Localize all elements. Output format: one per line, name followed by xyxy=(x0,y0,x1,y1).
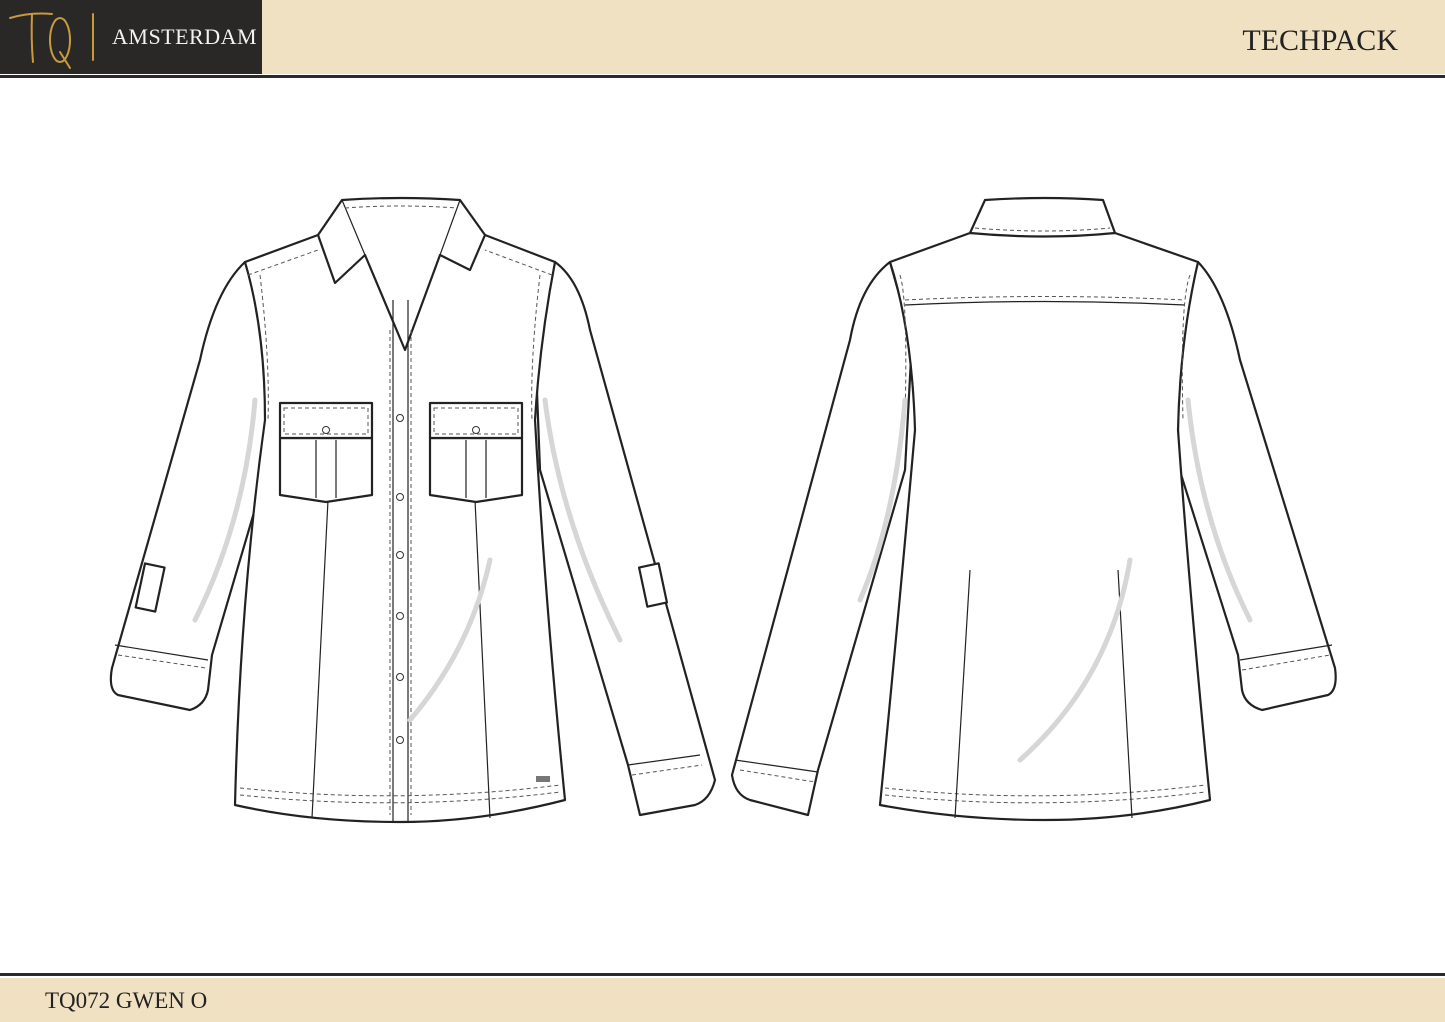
front-right-sleeve xyxy=(533,260,717,817)
shirt-back-sketch xyxy=(730,196,1337,822)
shirt-front-sketch xyxy=(109,196,717,824)
style-code: TQ072 GWEN O xyxy=(45,988,208,1013)
document-title: TECHPACK xyxy=(1242,24,1398,57)
back-left-sleeve xyxy=(730,260,914,817)
hem-label xyxy=(536,776,550,782)
front-right-pocket xyxy=(428,401,524,504)
brand-logo: AMSTERDAM xyxy=(0,0,262,74)
garment-sketches: .o{fill:#fff;stroke:#222;stroke-width:2.… xyxy=(109,196,1337,824)
front-left-pocket xyxy=(278,401,374,504)
footer-divider xyxy=(0,973,1445,976)
brand-name: AMSTERDAM xyxy=(112,24,258,49)
footer-band: TQ072 GWEN O xyxy=(0,978,1445,1022)
back-collar xyxy=(968,196,1117,238)
header-band: AMSTERDAM TECHPACK xyxy=(0,0,1445,74)
header-divider xyxy=(0,75,1445,78)
